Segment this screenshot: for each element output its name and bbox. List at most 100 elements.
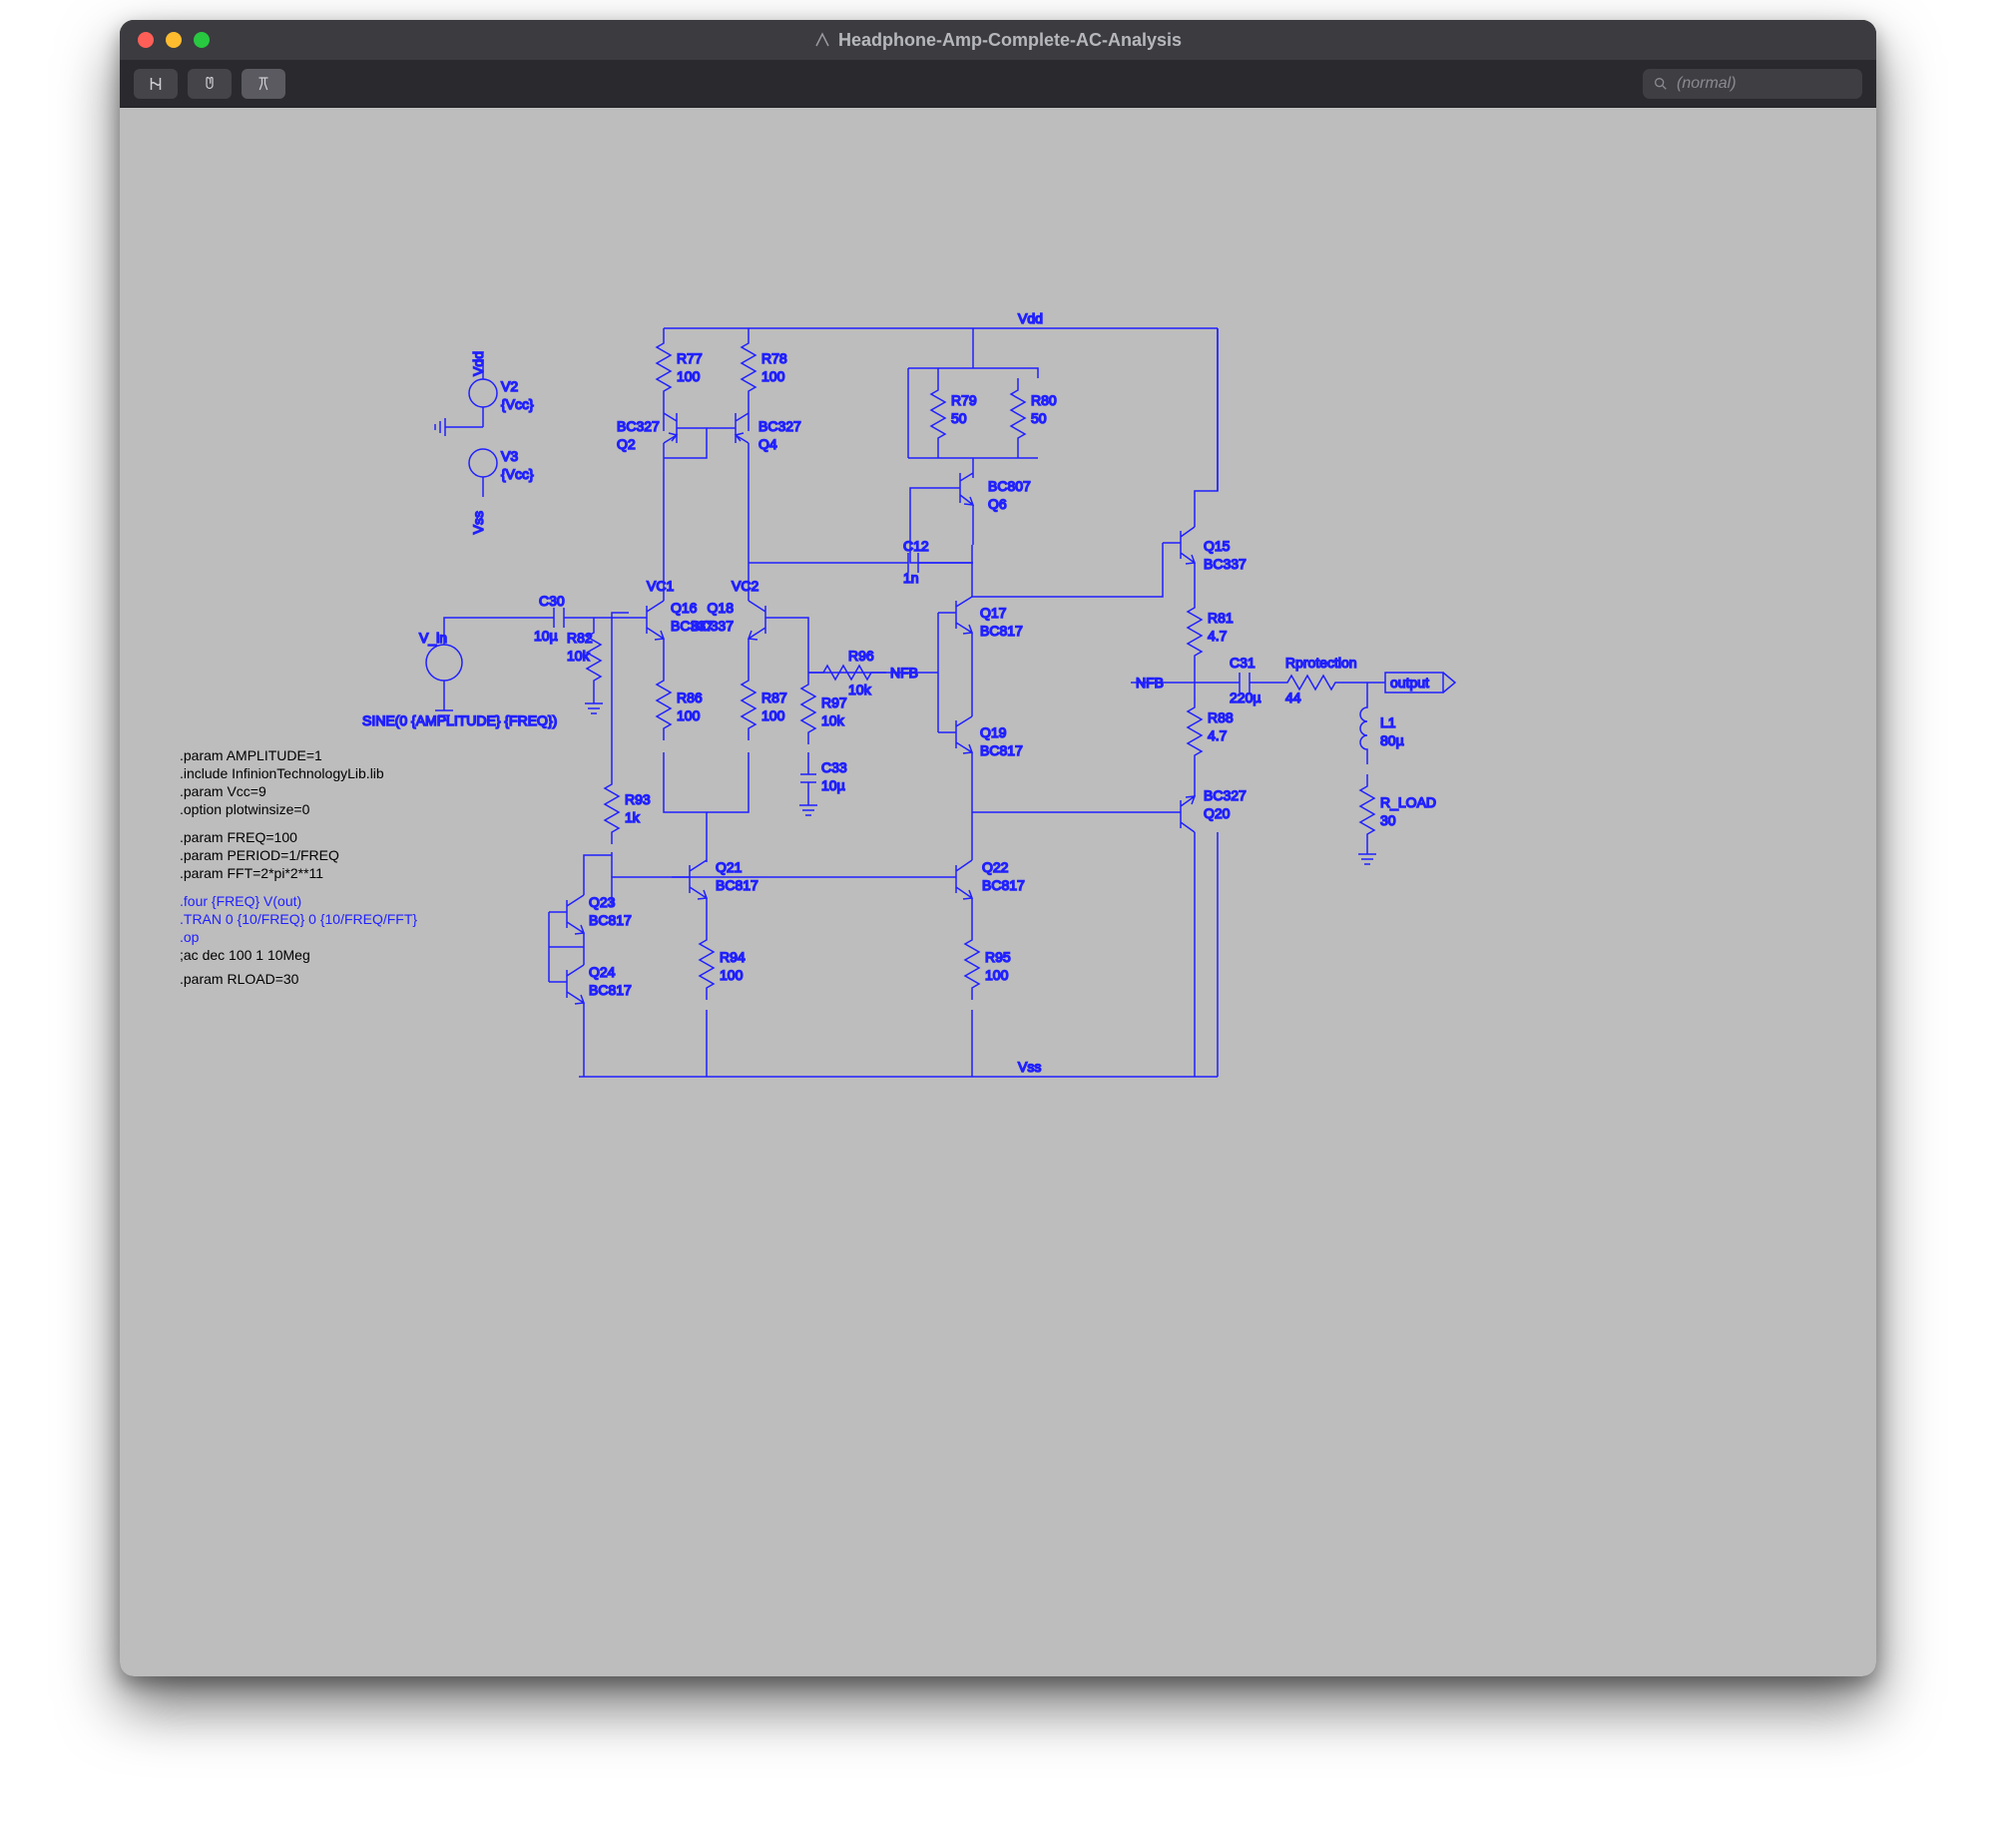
svg-text:R81: R81 [1208,610,1234,626]
svg-text:Q22: Q22 [982,859,1009,875]
svg-text:R96: R96 [848,648,874,664]
source-v3[interactable]: V3 {Vcc} Vss [469,448,534,534]
q18[interactable]: Q18 BC337 [691,593,783,669]
svg-text:44: 44 [1285,690,1301,705]
q4[interactable]: BC327 Q4 [736,406,801,473]
svg-text:Q4: Q4 [758,436,777,452]
res-r93[interactable]: R93 1k [605,772,651,844]
svg-text:NFB: NFB [890,665,918,681]
svg-text:V2: V2 [501,378,518,394]
res-r82[interactable]: R82 10k [567,618,601,695]
svg-text:C31: C31 [1230,655,1255,671]
svg-text:R79: R79 [951,392,977,408]
svg-text:BC817: BC817 [589,982,632,998]
svg-text:Q23: Q23 [589,894,616,910]
res-r79[interactable]: R79 50 [931,378,977,450]
minimize-button[interactable] [166,32,182,48]
q21[interactable]: Q21 BC817 [672,859,758,928]
res-r88[interactable]: R88 4.7 [1188,697,1234,765]
svg-text:BC327: BC327 [617,418,660,434]
net-vss: Vss [1018,1059,1041,1075]
res-r95[interactable]: R95 100 [965,928,1011,1000]
search-icon [1653,76,1669,92]
svg-text:BC817: BC817 [980,623,1023,639]
res-r77[interactable]: R77 100 [657,328,703,406]
svg-text:SINE(0 {AMPLITUDE} {FREQ}): SINE(0 {AMPLITUDE} {FREQ}) [362,712,557,728]
q22[interactable]: Q22 BC817 [938,812,1025,928]
res-r80[interactable]: R80 50 [1011,378,1057,450]
pan-button[interactable] [188,69,232,99]
svg-text:4.7: 4.7 [1208,727,1228,743]
svg-text:1n: 1n [903,570,919,586]
svg-text:C33: C33 [821,759,847,775]
close-button[interactable] [138,32,154,48]
q23[interactable]: Q23 BC817 [549,894,632,934]
res-r94[interactable]: R94 100 [700,928,746,1000]
svg-text:R95: R95 [985,949,1011,965]
svg-text:Q18: Q18 [708,600,735,616]
search-placeholder: (normal) [1677,75,1737,93]
cap-c12[interactable]: C12 1n [903,538,929,586]
res-r78[interactable]: R78 100 [742,328,787,406]
zoom-button[interactable] [194,32,210,48]
res-r96[interactable]: R96 10k [808,648,886,697]
svg-text:BC817: BC817 [716,877,758,893]
schematic-canvas[interactable]: Vdd Vss V2 {Vcc} Vdd V3 {Vcc} Vss [120,108,1876,1676]
res-r81[interactable]: R81 4.7 [1188,598,1234,666]
svg-text:R82: R82 [567,630,593,646]
q15[interactable]: Q15 BC337 [1163,328,1247,598]
svg-text:10µ: 10µ [534,628,558,644]
svg-text:100: 100 [985,967,1009,983]
svg-text:4.7: 4.7 [1208,628,1228,644]
res-r86[interactable]: R86 100 [657,669,703,740]
res-rload[interactable]: R_LOAD 30 [1360,774,1436,846]
svg-text:50: 50 [951,410,967,426]
svg-text:V3: V3 [501,448,518,464]
source-vin[interactable]: V_in SINE(0 {AMPLITUDE} {FREQ}) [362,618,557,728]
svg-text:Vss: Vss [470,511,486,534]
svg-text:BC807: BC807 [988,478,1031,494]
q20[interactable]: BC327 Q20 [1163,765,1247,1077]
q2[interactable]: BC327 Q2 [617,406,677,473]
toolbar: (normal) [120,60,1876,108]
q24[interactable]: Q24 BC817 [549,964,632,1004]
probe-button[interactable] [242,69,285,99]
svg-text:BC817: BC817 [980,742,1023,758]
res-r87[interactable]: R87 100 [742,669,787,740]
svg-text:30: 30 [1380,812,1396,828]
svg-text:R_LOAD: R_LOAD [1380,794,1436,810]
svg-text:Q20: Q20 [1204,805,1231,821]
res-rprot[interactable]: Rprotection 44 [1277,655,1357,705]
source-v2[interactable]: V2 {Vcc} Vdd [469,351,534,427]
q6[interactable]: BC807 Q6 [960,458,1031,545]
svg-text:Q15: Q15 [1204,538,1231,554]
cap-c33[interactable]: C33 10µ [800,752,847,797]
svg-text:R94: R94 [720,949,746,965]
svg-text:R87: R87 [761,690,787,705]
window-title: Headphone-Amp-Complete-AC-Analysis [838,30,1182,51]
search-field[interactable]: (normal) [1643,69,1862,99]
spice-directives[interactable]: .param AMPLITUDE=1 .include InfinionTech… [180,746,417,988]
ind-l1[interactable]: L1 80µ [1360,693,1404,764]
svg-text:BC817: BC817 [589,912,632,928]
svg-text:Vdd: Vdd [470,351,486,376]
svg-text:220µ: 220µ [1230,690,1260,705]
svg-text:{Vcc}: {Vcc} [501,396,534,412]
svg-text:100: 100 [677,707,701,723]
window-controls [120,32,210,48]
res-r97[interactable]: R97 10k [801,673,847,744]
svg-text:C30: C30 [539,593,565,609]
svg-text:10k: 10k [567,648,591,664]
cap-c31[interactable]: C31 220µ [1230,655,1277,705]
run-button[interactable] [134,69,178,99]
svg-text:100: 100 [761,707,785,723]
svg-text:100: 100 [677,368,701,384]
svg-text:100: 100 [761,368,785,384]
svg-text:V_in: V_in [419,630,447,646]
svg-text:R88: R88 [1208,709,1234,725]
svg-text:Q16: Q16 [671,600,698,616]
svg-text:10k: 10k [821,712,845,728]
q17[interactable]: Q17 BC817 [938,545,1023,673]
net-output[interactable]: output [1385,673,1455,693]
q19[interactable]: Q19 BC817 [938,673,1023,812]
